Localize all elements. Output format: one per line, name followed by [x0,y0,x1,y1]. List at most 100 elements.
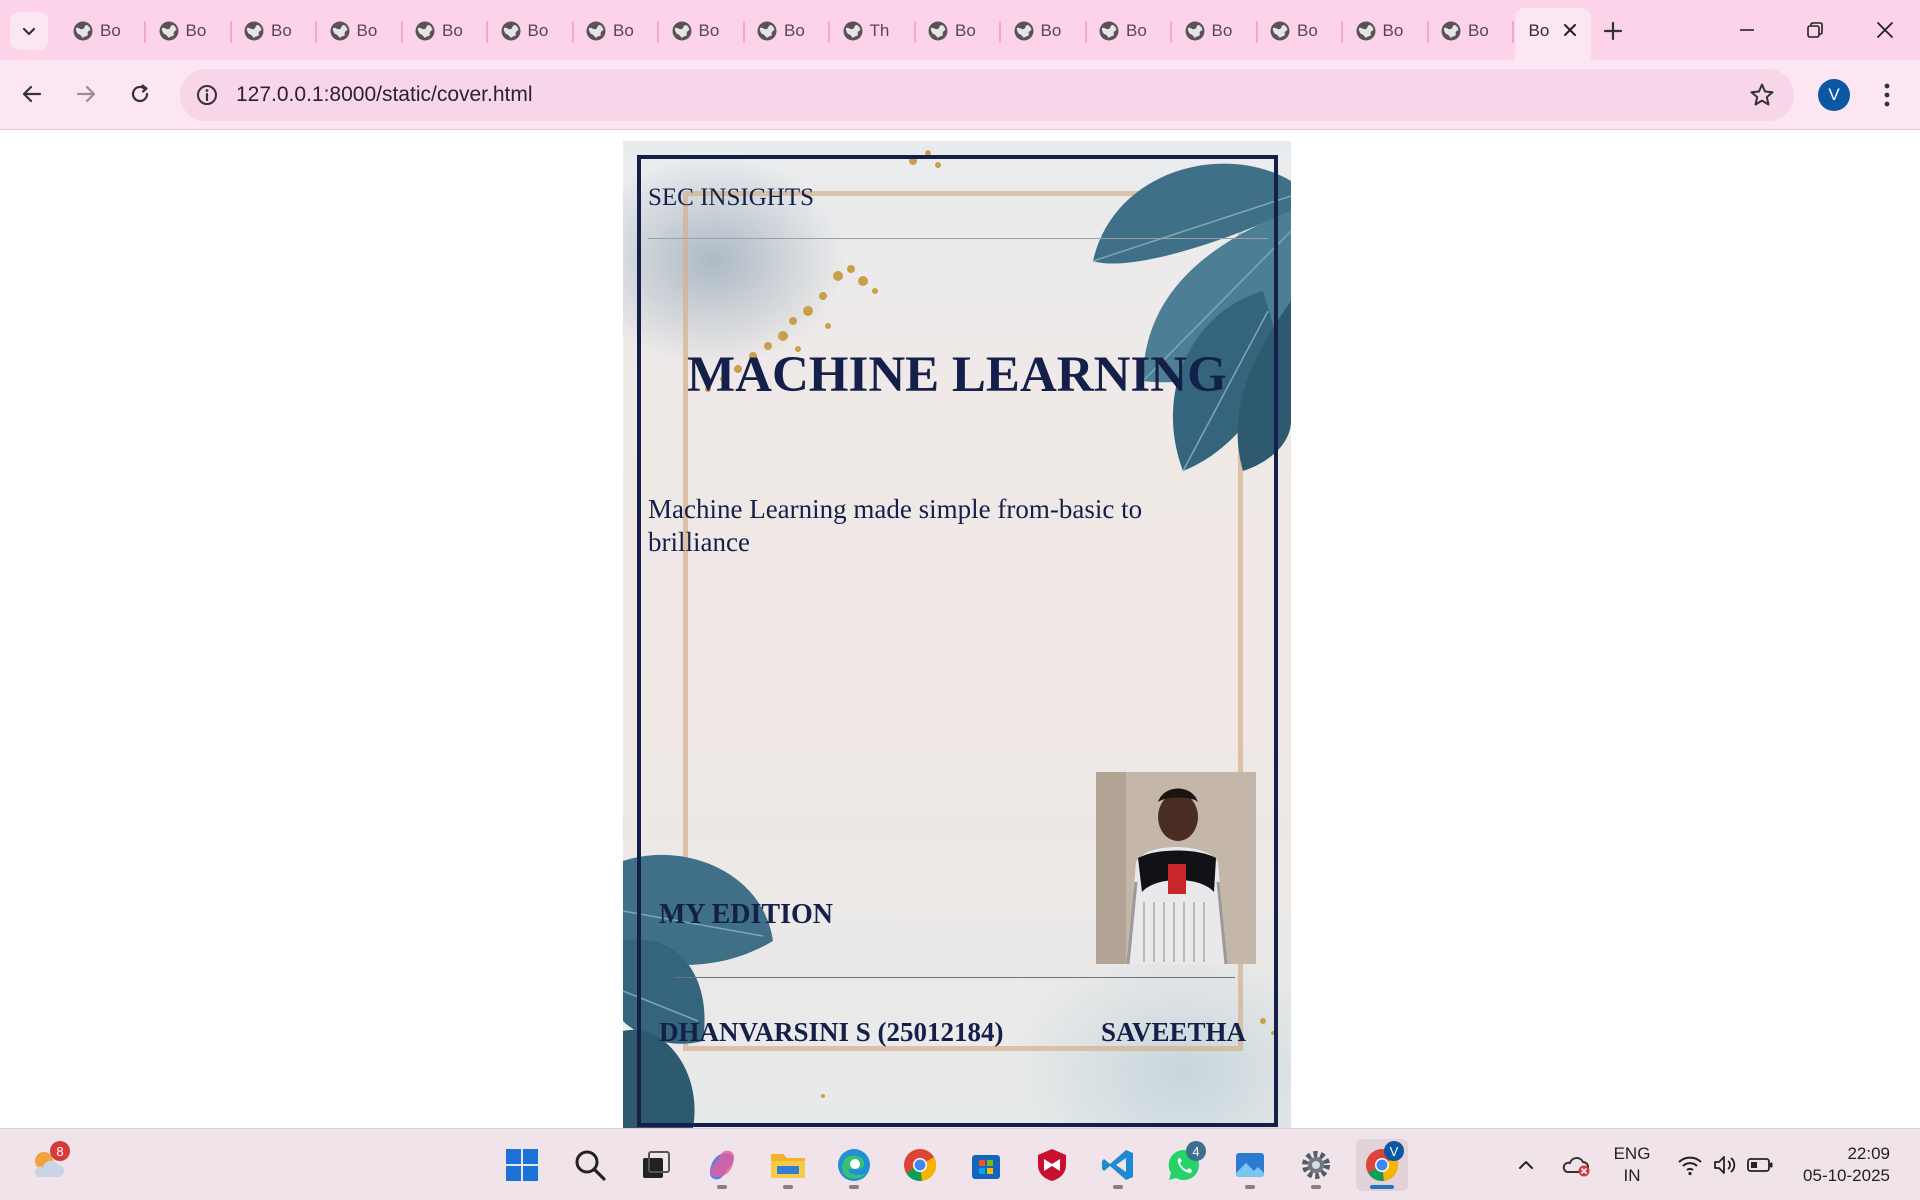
globe-icon [1356,21,1375,41]
url-text[interactable]: 127.0.0.1:8000/static/cover.html [236,83,533,107]
back-button[interactable] [12,74,52,114]
minimize-icon [1740,29,1754,31]
browser-tab[interactable]: Bo [915,8,1001,52]
mcafee-app[interactable] [1026,1139,1078,1191]
browser-toolbar: 127.0.0.1:8000/static/cover.html V [0,60,1920,130]
photos-icon [1236,1153,1264,1177]
browser-tab[interactable]: Bo [231,8,317,52]
search-button[interactable] [564,1139,616,1191]
shield-icon [1038,1149,1066,1181]
tab-title: Bo [527,21,549,40]
windows-icon [506,1149,538,1181]
browser-tab[interactable]: Bo [1257,8,1343,52]
book-subtitle: Machine Learning made simple from-basic … [648,494,1143,557]
language-indicator[interactable]: ENG IN [1600,1143,1664,1187]
star-icon[interactable] [1748,81,1776,109]
tab-title: Bo [356,21,378,40]
onedrive-status[interactable] [1558,1129,1594,1200]
reload-button[interactable] [120,74,160,114]
browser-tab[interactable]: Bo [488,8,574,52]
chrome-profile-app[interactable]: V [1356,1139,1408,1191]
globe-icon [415,21,435,41]
author-photo [1096,772,1256,964]
tab-title: Bo [1528,21,1550,40]
browser-tab[interactable]: Bo [659,8,745,52]
weather-widget[interactable]: 8 [22,1139,74,1191]
chevron-up-icon [1519,1161,1533,1169]
tab-title: Bo [185,21,207,40]
restore-button[interactable] [1790,8,1840,52]
globe-icon [501,21,520,41]
forward-button[interactable] [66,74,106,114]
store-app[interactable] [960,1139,1012,1191]
tab-title: Bo [1211,21,1233,40]
whatsapp-badge: 4 [1186,1141,1206,1161]
clock-date: 05-10-2025 [1803,1166,1890,1185]
settings-app[interactable] [1290,1139,1342,1191]
copilot-app[interactable] [696,1139,748,1191]
close-tab-button[interactable] [1559,19,1581,41]
browser-tab[interactable]: Bo [1343,8,1429,52]
info-icon [197,85,217,105]
tab-title: Bo [955,21,976,40]
arrow-right-icon [76,85,96,103]
publisher-label: SEC INSIGHTS [648,184,814,211]
weather-badge: 8 [50,1141,70,1161]
browser-tab[interactable]: Bo [146,8,232,52]
arrow-left-icon [22,85,42,103]
wifi-status[interactable] [1672,1129,1708,1200]
search-icon [575,1150,606,1181]
browser-menu-button[interactable] [1872,78,1902,112]
browser-tab[interactable]: Bo [402,8,488,52]
globe-icon [1099,21,1119,41]
tab-title: Bo [1468,21,1489,40]
active-browser-tab[interactable]: Bo [1514,8,1591,60]
volume-status[interactable] [1708,1129,1742,1200]
wifi-icon [1678,1156,1702,1176]
vscode-app[interactable] [1092,1139,1144,1191]
store-icon [972,1155,1000,1179]
tab-title: Bo [698,21,720,40]
edge-app[interactable] [828,1139,880,1191]
browser-tab[interactable]: Bo [1428,8,1514,52]
whatsapp-app[interactable]: 4 [1158,1139,1210,1191]
tab-separator [1512,21,1514,43]
tab-title: Bo [442,21,463,40]
photos-app[interactable] [1224,1139,1276,1191]
browser-tab[interactable]: Bo [1001,8,1087,52]
globe-icon [928,21,948,41]
author-name: DHANVARSINI S (25012184) [659,1017,1004,1047]
cloud-error-icon [1562,1157,1590,1177]
restore-icon [1807,22,1823,38]
battery-status[interactable] [1742,1129,1778,1200]
file-explorer-app[interactable] [762,1139,814,1191]
browser-tab[interactable]: Bo [1086,8,1172,52]
browser-tab[interactable]: Bo [573,8,659,52]
tab-title: Bo [271,21,292,40]
minimize-button[interactable] [1722,8,1772,52]
close-window-button[interactable] [1860,8,1910,52]
tab-search-button[interactable] [10,12,48,50]
tab-title: Bo [1297,21,1318,40]
address-bar[interactable]: 127.0.0.1:8000/static/cover.html [180,69,1794,121]
profile-avatar[interactable]: V [1818,79,1850,111]
globe-icon [672,21,691,41]
browser-tab[interactable]: Bo [744,8,830,52]
chrome-app[interactable] [894,1139,946,1191]
top-divider [648,238,1268,239]
show-hidden-icons-button[interactable] [1512,1129,1540,1200]
browser-tab[interactable]: Bo [1172,8,1258,52]
college-name: SAVEETHA [1101,1017,1247,1047]
browser-tab[interactable]: Bo [317,8,403,52]
globe-icon [330,21,349,41]
site-info-button[interactable] [194,82,220,108]
browser-tab[interactable]: Th [830,8,916,52]
taskbar: 8 4 V ENG IN 22:09 05-10-2025 [0,1128,1920,1200]
task-view-button[interactable] [630,1139,682,1191]
screen: Bo Bo Bo Bo Bo Bo Bo Bo Bo Th Bo Bo Bo Bo Bo Bo Bo Bo [0,0,1920,1200]
browser-tab[interactable]: Bo [60,8,146,52]
page-viewport: SEC INSIGHTS MACHINE LEARNING Machine Le… [0,131,1920,1128]
new-tab-button[interactable] [1596,14,1630,48]
start-button[interactable] [496,1139,548,1191]
clock[interactable]: 22:09 05-10-2025 [1790,1143,1890,1187]
